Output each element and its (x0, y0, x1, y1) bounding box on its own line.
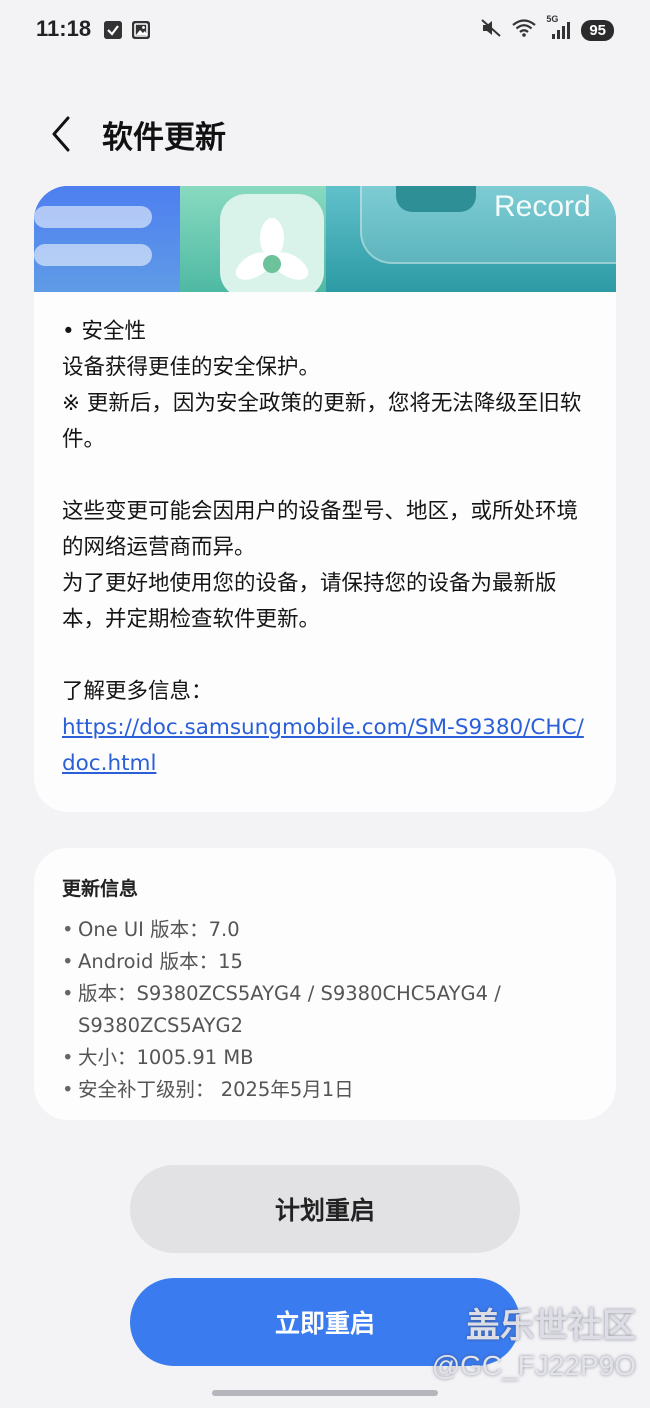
record-label: Record (494, 190, 591, 223)
gallery-notification-icon (132, 21, 150, 39)
schedule-restart-button[interactable]: 计划重启 (130, 1165, 520, 1253)
status-bar: 11:18 5G 95 (0, 0, 650, 62)
update-info-list: One UI 版本：7.0 Android 版本：15 版本：S9380ZCS5… (62, 914, 592, 1106)
release-notes-card: Record • 安全性 设备获得更佳的安全保护。 ※ 更新后，因为安全政策的更… (34, 186, 616, 812)
release-notes-body: • 安全性 设备获得更佳的安全保护。 ※ 更新后，因为安全政策的更新，您将无法降… (62, 314, 592, 782)
variation-notice: 这些变更可能会因用户的设备型号、地区，或所处环境的网络运营商而异。 (62, 499, 579, 560)
home-indicator[interactable] (212, 1390, 438, 1396)
security-heading: • 安全性 (62, 319, 147, 344)
more-info-link[interactable]: https://doc.samsungmobile.com/SM-S9380/C… (62, 715, 584, 776)
info-item-size: 大小：1005.91 MB (62, 1042, 592, 1074)
pinwheel-app-icon (220, 194, 324, 292)
info-item-security-patch: 安全补丁级别： 2025年5月1日 (62, 1074, 592, 1106)
back-icon[interactable] (44, 114, 78, 154)
battery-indicator: 95 (581, 19, 614, 41)
record-control-icon (396, 186, 476, 212)
more-info-label: 了解更多信息： (62, 679, 213, 704)
status-right-icons: 5G 95 (480, 14, 614, 42)
notification-icons (104, 21, 150, 39)
watermark-handle: @GC_FJ22P9O (431, 1350, 636, 1381)
keep-updated-notice: 为了更好地使用您的设备，请保持您的设备为最新版本，并定期检查软件更新。 (62, 571, 557, 632)
info-item-build-version: 版本：S9380ZCS5AYG4 / S9380CHC5AYG4 / S9380… (62, 978, 592, 1042)
update-info-title: 更新信息 (62, 878, 139, 900)
security-note: ※ 更新后，因为安全政策的更新，您将无法降级至旧软件。 (62, 391, 582, 452)
status-time: 11:18 (36, 16, 92, 41)
watermark-title: 盖乐世社区 (466, 1306, 636, 1346)
feature-banner: Record (34, 186, 616, 292)
banner-pill (34, 206, 152, 228)
wifi-icon (511, 18, 537, 42)
info-item-oneui-version: One UI 版本：7.0 (62, 914, 592, 946)
banner-pill (34, 244, 152, 266)
info-item-android-version: Android 版本：15 (62, 946, 592, 978)
checkbox-notification-icon (104, 21, 122, 39)
security-description: 设备获得更佳的安全保护。 (62, 355, 321, 380)
mute-icon (480, 18, 502, 42)
page-title: 软件更新 (102, 120, 226, 156)
update-info-card: 更新信息 One UI 版本：7.0 Android 版本：15 版本：S938… (34, 848, 616, 1120)
signal-icon: 5G (546, 14, 572, 40)
banner-segment-left (34, 186, 180, 292)
